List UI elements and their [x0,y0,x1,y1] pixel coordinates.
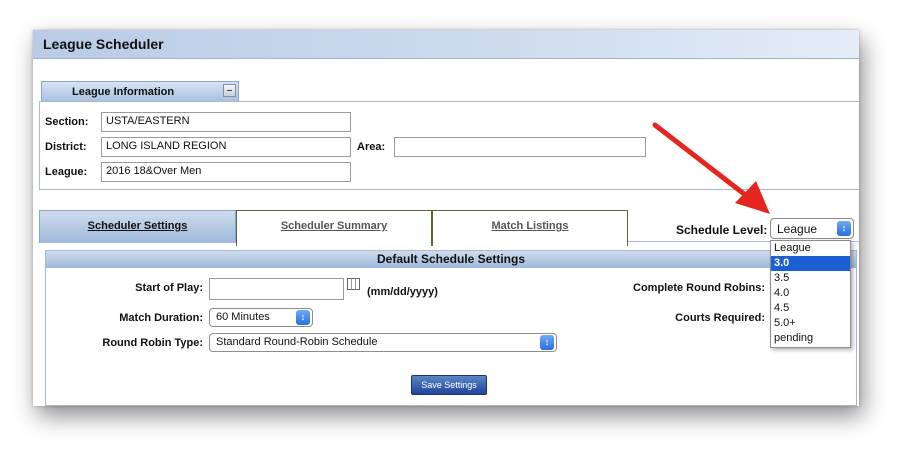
arrow-head [735,181,770,214]
arrow-shaft [652,122,751,200]
red-arrow-icon [652,122,770,214]
